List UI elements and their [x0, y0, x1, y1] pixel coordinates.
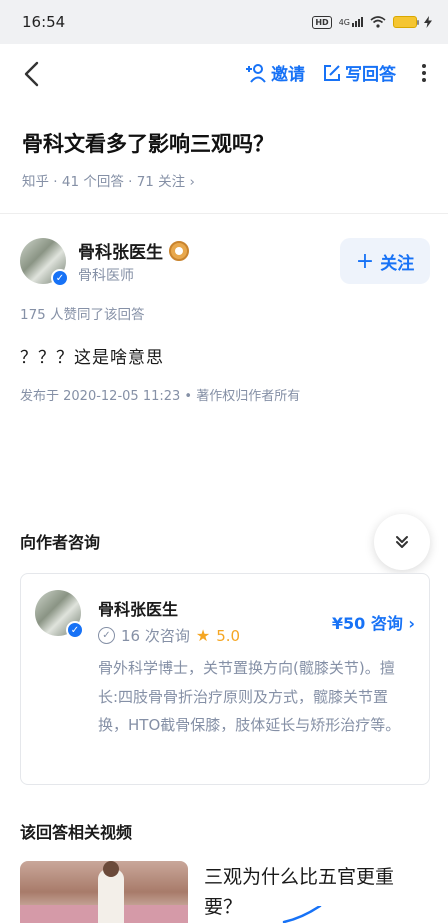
write-answer-button[interactable]: 写回答	[323, 60, 396, 85]
consult-stats: ✓ 16 次咨询 ★ 5.0	[98, 625, 240, 646]
consult-bio: 骨外科学博士，关节置换方向(髋膝关节)。擅长:四肢骨骨折治疗原则及方式，髋膝关节…	[98, 659, 401, 734]
status-bar: 16:54 HD 4G	[0, 0, 448, 44]
consult-section-title: 向作者咨询	[20, 533, 101, 552]
top-navigation-bar: 邀请 写回答	[0, 44, 448, 104]
publish-info: 发布于 2020-12-05 11:23 • 著作权归作者所有	[20, 389, 301, 404]
question-header: 骨科文看多了影响三观吗？ 知乎 · 41 个回答 · 71 关注 ›	[0, 104, 448, 214]
video-thumbnail[interactable]	[20, 861, 188, 923]
follow-label: 关注	[380, 253, 415, 274]
author-name[interactable]: 骨科张医生	[78, 238, 163, 263]
expand-button[interactable]	[374, 514, 430, 570]
edit-icon	[324, 64, 340, 81]
rating-value: 5.0	[216, 626, 241, 645]
more-options-icon[interactable]	[414, 61, 434, 85]
verified-badge-icon: ✓	[51, 269, 69, 287]
network-type: 4G	[338, 18, 350, 27]
write-answer-label: 写回答	[345, 65, 396, 85]
consult-card[interactable]: ✓ 骨科张医生 ✓ 16 次咨询 ★ 5.0 骨外科学博士，关节置换方向(髋膝关…	[20, 573, 430, 785]
follow-button[interactable]: + 关注	[340, 238, 430, 284]
video-decoration-icon	[282, 906, 322, 923]
consult-button[interactable]: ¥50 咨询 ›	[332, 610, 415, 634]
consult-count: 16 次咨询	[121, 627, 190, 645]
question-title[interactable]: 骨科文看多了影响三观吗？	[22, 128, 274, 158]
double-chevron-down-icon	[396, 536, 408, 548]
verified-badge-icon: ✓	[66, 621, 84, 639]
signal-icon: 4G	[339, 17, 363, 27]
hd-icon: HD	[312, 15, 332, 29]
answer-content: ？？？这是啥意思	[20, 348, 164, 368]
invite-label: 邀请	[271, 65, 305, 85]
author-name-row: 骨科张医生	[78, 238, 189, 263]
back-arrow-icon[interactable]	[16, 58, 48, 90]
charging-icon	[424, 16, 432, 28]
add-user-icon	[246, 63, 266, 83]
top-actions: 邀请 写回答	[245, 60, 434, 85]
plus-icon: +	[355, 248, 375, 274]
star-icon: ★	[195, 626, 211, 645]
author-title: 骨科医师	[78, 268, 134, 284]
author-row: ✓ 骨科张医生 骨科医师 + 关注	[20, 236, 430, 292]
medal-icon	[169, 240, 189, 261]
avatar[interactable]: ✓	[20, 238, 69, 287]
wifi-icon	[370, 16, 386, 28]
consult-avatar: ✓	[35, 590, 84, 639]
consult-author-name: 骨科张医生	[98, 600, 179, 619]
status-time: 16:54	[22, 13, 66, 31]
videos-section-title: 该回答相关视频	[20, 823, 133, 842]
battery-icon	[393, 16, 419, 28]
status-icons: HD 4G	[312, 15, 432, 29]
invite-button[interactable]: 邀请	[245, 60, 305, 85]
likes-count: 175 人赞同了该回答	[20, 307, 145, 323]
check-circle-icon: ✓	[98, 627, 115, 644]
question-meta[interactable]: 知乎 · 41 个回答 · 71 关注 ›	[22, 170, 195, 190]
